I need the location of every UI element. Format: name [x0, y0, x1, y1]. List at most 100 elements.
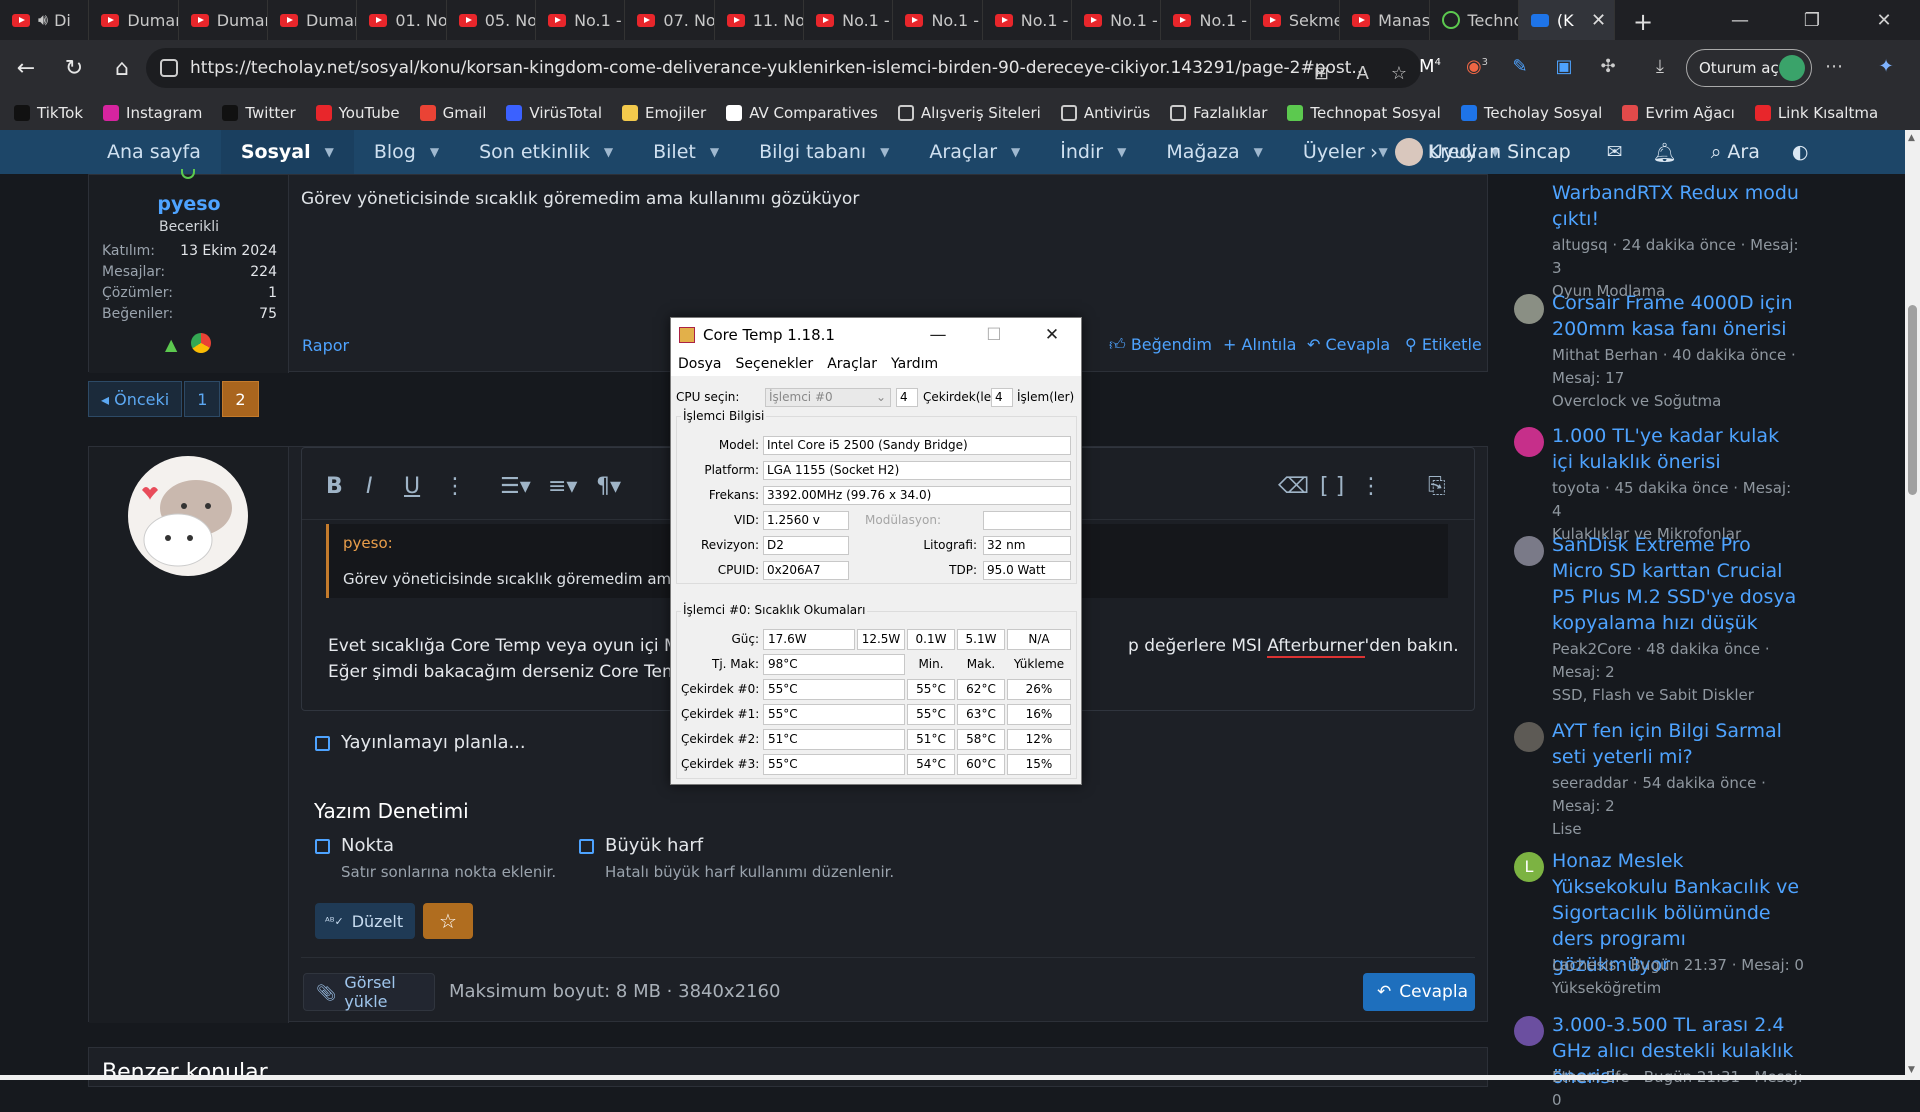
chevron-down-icon[interactable]: ▼ — [1379, 145, 1388, 159]
menu-secenekler[interactable]: Seçenekler — [736, 356, 814, 372]
thread-forum[interactable]: Yükseköğretim — [1552, 977, 1804, 1000]
cpu-select-dropdown[interactable]: İşlemci #0 ⌄ — [765, 388, 891, 407]
browser-tab[interactable]: 01. No — [357, 0, 447, 40]
tag-button[interactable]: ⚲ Etiketle — [1405, 335, 1482, 354]
thread-title[interactable]: WarbandRTX Redux modu çıktı! — [1552, 180, 1804, 232]
nav-scroll-right-icon[interactable]: › — [1370, 140, 1378, 164]
preview-icon[interactable]: ⎘ — [1428, 474, 1446, 499]
browser-tab[interactable]: 07. No — [625, 0, 715, 40]
more-menu-icon[interactable]: ⋯ — [1822, 56, 1846, 80]
downloads-icon[interactable]: ⤓ — [1648, 56, 1672, 80]
browser-tab[interactable]: No.1 - — [983, 0, 1073, 40]
menu-yardim[interactable]: Yardım — [891, 356, 938, 372]
capital-label[interactable]: Büyük harf — [605, 835, 703, 856]
chevron-down-icon[interactable]: ▼ — [880, 145, 889, 159]
coretemp-titlebar[interactable]: Core Temp 1.18.1 — ☐ ✕ — [671, 318, 1081, 352]
browser-tab[interactable]: No.1 - — [893, 0, 983, 40]
user-menu[interactable]: Uyuyan Sincap ✉ 🔔︎ ⌕ Ara ◐ — [1395, 130, 1808, 174]
page-1-link[interactable]: 1 — [184, 381, 221, 417]
more-text-options-icon[interactable]: ⋮ — [444, 474, 466, 499]
thread-forum[interactable]: Lise — [1552, 818, 1804, 841]
chevron-down-icon[interactable]: ▼ — [1254, 145, 1263, 159]
period-checkbox[interactable] — [315, 839, 330, 854]
browser-tab[interactable]: Duman — [89, 0, 179, 40]
nav-item[interactable]: Araçlar ▼ — [909, 130, 1040, 174]
nav-item[interactable]: İndir ▼ — [1040, 130, 1146, 174]
nav-item[interactable]: Son etkinlik ▼ — [459, 130, 633, 174]
bookmark-item[interactable]: Technopat Sosyal — [1287, 104, 1441, 122]
chevron-down-icon[interactable]: ▼ — [1011, 145, 1020, 159]
site-info-icon[interactable] — [160, 59, 178, 77]
app-available-icon[interactable]: ⊞ — [1314, 63, 1329, 84]
menu-araclar[interactable]: Araçlar — [827, 356, 877, 372]
bookmark-item[interactable]: Fazlalıklar — [1170, 104, 1267, 122]
bookmark-item[interactable]: YouTube — [315, 104, 400, 122]
screenshot-extension-icon[interactable]: ▣ — [1552, 56, 1576, 80]
capital-checkbox[interactable] — [579, 839, 594, 854]
inbox-icon[interactable]: ✉ — [1607, 141, 1623, 163]
nav-item[interactable]: Bilet ▼ — [633, 130, 739, 174]
bookmark-item[interactable]: Link Kısaltma — [1754, 104, 1878, 122]
schedule-label[interactable]: Yayınlamayı planla... — [341, 732, 526, 753]
minimize-button[interactable]: — — [1704, 0, 1776, 40]
browser-tab[interactable]: No.1 - — [1072, 0, 1162, 40]
bookmark-item[interactable]: Emojiler — [622, 104, 706, 122]
star-button[interactable]: ☆ — [423, 903, 473, 939]
underline-button[interactable]: U — [404, 474, 420, 499]
thread-forum[interactable]: Overclock ve Soğutma — [1552, 390, 1804, 413]
bookmark-item[interactable]: Gmail — [419, 104, 486, 122]
extensions-icon[interactable]: ✣ — [1596, 56, 1620, 80]
bookmark-item[interactable]: Evrim Ağacı — [1622, 104, 1735, 122]
bold-button[interactable]: B — [326, 474, 343, 499]
close-tab-icon[interactable]: ✕ — [1591, 10, 1606, 31]
browser-tab[interactable]: No.1 - — [1161, 0, 1251, 40]
malwarebytes-extension-icon[interactable]: M4 — [1418, 56, 1442, 80]
bookmark-item[interactable]: Techolay Sosyal — [1460, 104, 1602, 122]
quote-button[interactable]: + Alıntıla — [1223, 335, 1296, 354]
browser-tab[interactable]: Sekme — [1251, 0, 1341, 40]
bbcode-toggle-icon[interactable]: [ ] — [1320, 474, 1344, 499]
page-2-current[interactable]: 2 — [222, 381, 259, 417]
nav-item[interactable]: Sosyal ▼ — [220, 130, 354, 174]
chevron-down-icon[interactable]: ▼ — [325, 145, 334, 159]
copilot-icon[interactable]: ✦ — [1874, 56, 1898, 80]
schedule-checkbox[interactable] — [315, 736, 330, 751]
nav-item[interactable]: Üyeler ▼ — [1283, 130, 1408, 174]
bookmark-item[interactable]: VirüsTotal — [506, 104, 602, 122]
paragraph-button[interactable]: ¶▾ — [596, 474, 621, 499]
favorite-star-icon[interactable]: ☆ — [1391, 63, 1407, 84]
bookmark-item[interactable]: Alışveriş Siteleri — [897, 104, 1041, 122]
fix-button[interactable]: ᴬᴮ✓ Düzelt — [315, 903, 415, 939]
maximize-button[interactable]: ❐ — [1776, 0, 1848, 40]
speaker-icon[interactable]: 🔊︎ — [38, 10, 48, 30]
menu-dosya[interactable]: Dosya — [678, 356, 722, 372]
search-label[interactable]: Ara — [1727, 141, 1759, 163]
nav-item[interactable]: Blog ▼ — [354, 130, 459, 174]
bookmark-item[interactable]: Twitter — [222, 104, 296, 122]
coretemp-close-button[interactable]: ✕ — [1023, 318, 1081, 352]
ublock-extension-icon[interactable]: ◉3 — [1465, 56, 1489, 80]
more-options-icon[interactable]: ⋮ — [1360, 474, 1382, 499]
refresh-button[interactable]: ↻ — [52, 46, 96, 90]
scroll-up-icon[interactable]: ▲ — [1908, 133, 1915, 143]
remove-format-icon[interactable]: ⌫ — [1278, 474, 1309, 499]
coretemp-maximize-button[interactable]: ☐ — [965, 318, 1023, 352]
browser-tab[interactable]: No.1 - — [536, 0, 626, 40]
chevron-down-icon[interactable]: ▼ — [604, 145, 613, 159]
align-button[interactable]: ≡▾ — [548, 474, 577, 499]
nav-item[interactable]: Mağaza ▼ — [1146, 130, 1283, 174]
bookmark-item[interactable]: Instagram — [103, 104, 202, 122]
browser-tab[interactable]: 05. No — [447, 0, 537, 40]
close-window-button[interactable]: ✕ — [1848, 0, 1920, 40]
report-link[interactable]: Rapor — [302, 336, 349, 355]
bookmark-item[interactable]: TikTok — [14, 104, 83, 122]
reply-submit-button[interactable]: ↶ Cevapla — [1363, 973, 1475, 1011]
read-aloud-icon[interactable]: A — [1357, 63, 1369, 84]
nav-item[interactable]: Ana sayfa — [87, 130, 221, 174]
browser-tab[interactable]: Manas — [1340, 0, 1430, 40]
browser-tab[interactable]: Duman — [268, 0, 358, 40]
scrollbar-thumb[interactable] — [1908, 305, 1917, 495]
upload-image-button[interactable]: 📎︎ Görsel yükle — [303, 973, 435, 1011]
chevron-down-icon[interactable]: ▼ — [430, 145, 439, 159]
address-bar[interactable]: https://techolay.net/sosyal/konu/korsan-… — [146, 48, 1421, 88]
